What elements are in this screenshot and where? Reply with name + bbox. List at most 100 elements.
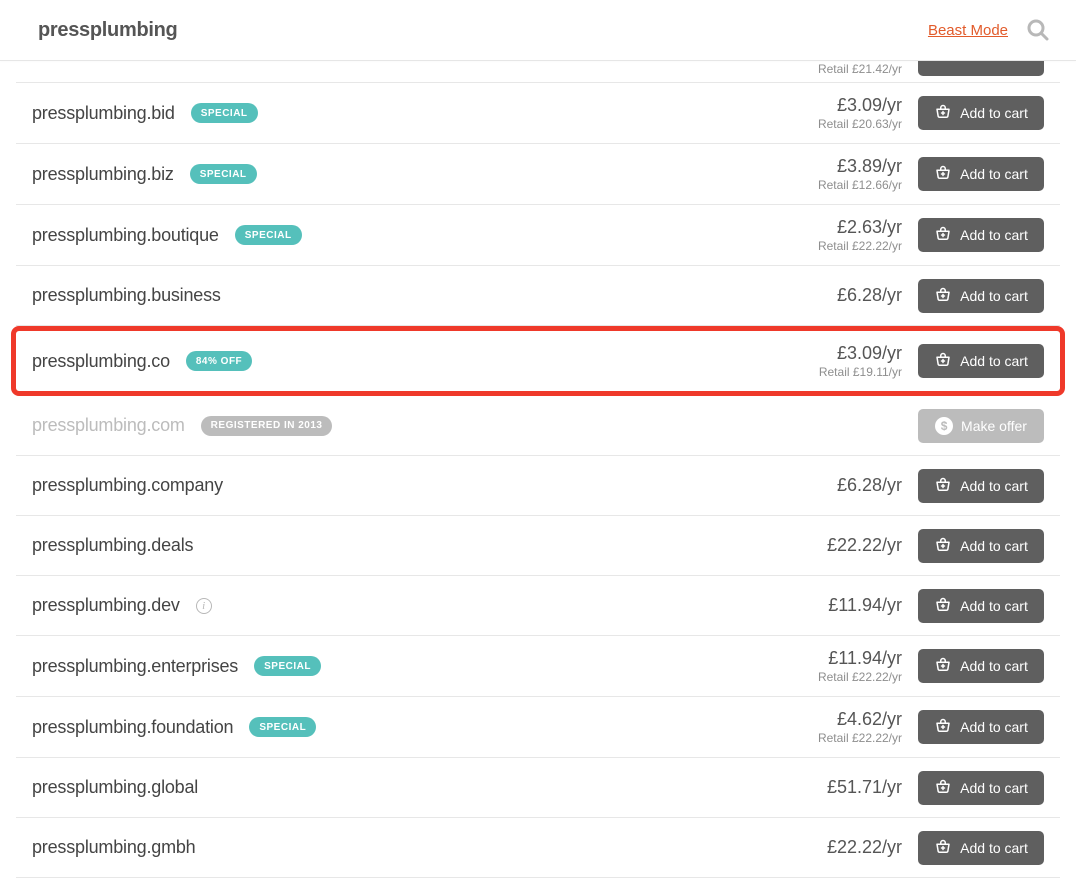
add-to-cart-button[interactable]: Add to cart — [918, 96, 1044, 130]
add-to-cart-button[interactable]: Add to cart — [918, 710, 1044, 744]
domain-cell: pressplumbing.company — [32, 475, 782, 496]
button-label: Add to cart — [960, 478, 1028, 494]
cart-icon — [934, 165, 952, 183]
table-row: pressplumbing.enterprises SPECIAL £11.94/y… — [16, 636, 1060, 697]
button-label: Add to cart — [960, 288, 1028, 304]
domain-name: pressplumbing.gmbh — [32, 837, 196, 858]
add-to-cart-button[interactable]: Add to cart — [918, 157, 1044, 191]
price-retail: Retail £22.22/yr — [782, 670, 902, 684]
page-title: pressplumbing — [38, 19, 177, 42]
table-row: pressplumbing.deals £22.22/yr Add to cart — [16, 516, 1060, 576]
add-to-cart-button[interactable] — [918, 61, 1044, 76]
badge: SPECIAL — [190, 164, 257, 184]
coin-icon: $ — [935, 417, 953, 435]
cart-icon — [934, 718, 952, 736]
add-to-cart-button[interactable]: Add to cart — [918, 218, 1044, 252]
beast-mode-link[interactable]: Beast Mode — [928, 22, 1008, 39]
button-label: Add to cart — [960, 840, 1028, 856]
price-cell: £4.62/yrRetail £22.22/yr — [782, 709, 902, 745]
button-label: Add to cart — [960, 227, 1028, 243]
price-main: £3.09/yr — [782, 343, 902, 364]
table-row: pressplumbing.co84% OFF£3.09/yrRetail £1… — [11, 326, 1065, 396]
price-cell: £6.28/yr — [782, 475, 902, 496]
cart-icon — [934, 226, 952, 244]
cart-icon — [934, 779, 952, 797]
price-cell: Retail £21.42/yr — [818, 61, 902, 76]
price-main: £22.22/yr — [782, 837, 902, 858]
price-retail: Retail £22.22/yr — [782, 239, 902, 253]
cart-icon — [934, 287, 952, 305]
table-row: pressplumbing.comREGISTERED IN 2013 $ Make… — [16, 396, 1060, 456]
domain-name: pressplumbing.company — [32, 475, 223, 496]
price-cell: £3.89/yrRetail £12.66/yr — [782, 156, 902, 192]
price-retail: Retail £22.22/yr — [782, 731, 902, 745]
button-label: Add to cart — [960, 353, 1028, 369]
search-icon[interactable] — [1026, 18, 1050, 42]
domain-name: pressplumbing.biz — [32, 164, 174, 185]
domain-cell: pressplumbing.global — [32, 777, 782, 798]
table-row: pressplumbing.biz SPECIAL £3.89/yrRetail £… — [16, 144, 1060, 205]
price-cell: £22.22/yr — [782, 535, 902, 556]
domain-name: pressplumbing.com — [32, 415, 185, 436]
domain-name: pressplumbing.dev — [32, 595, 180, 616]
add-to-cart-button[interactable]: Add to cart — [918, 589, 1044, 623]
price-main: £11.94/yr — [782, 595, 902, 616]
price-main: £4.62/yr — [782, 709, 902, 730]
domain-name: pressplumbing.foundation — [32, 717, 233, 738]
cart-icon — [934, 477, 952, 495]
add-to-cart-button[interactable]: Add to cart — [918, 279, 1044, 313]
price-main: £22.22/yr — [782, 535, 902, 556]
badge: SPECIAL — [249, 717, 316, 737]
table-row: pressplumbing.boutiqueSPECIAL£2.63/yrRet… — [16, 205, 1060, 266]
price-main: £2.63/yr — [782, 217, 902, 238]
domain-name: pressplumbing.co — [32, 351, 170, 372]
cart-icon — [934, 657, 952, 675]
price-retail: Retail £20.63/yr — [782, 117, 902, 131]
table-row: pressplumbing.global £51.71/yr Add to cart — [16, 758, 1060, 818]
domain-name: pressplumbing.deals — [32, 535, 193, 556]
add-to-cart-button[interactable]: Add to cart — [918, 649, 1044, 683]
domain-cell: pressplumbing.gmbh — [32, 837, 782, 858]
add-to-cart-button[interactable]: Add to cart — [918, 529, 1044, 563]
domain-name: pressplumbing.bid — [32, 103, 175, 124]
price-cell: £6.28/yr — [782, 285, 902, 306]
price-main: £3.09/yr — [782, 95, 902, 116]
cart-icon — [934, 104, 952, 122]
make-offer-button[interactable]: $ Make offer — [918, 409, 1044, 443]
domain-cell: pressplumbing.business — [32, 285, 782, 306]
button-label: Add to cart — [960, 105, 1028, 121]
price-cell: £51.71/yr — [782, 777, 902, 798]
domain-cell: pressplumbing.foundation SPECIAL — [32, 717, 782, 738]
price-cell: £3.09/yrRetail £20.63/yr — [782, 95, 902, 131]
button-label: Add to cart — [960, 598, 1028, 614]
cart-icon — [934, 537, 952, 555]
add-to-cart-button[interactable]: Add to cart — [918, 831, 1044, 865]
badge: 84% OFF — [186, 351, 252, 371]
price-main: £6.28/yr — [782, 475, 902, 496]
table-row: pressplumbing.gmbh £22.22/yr Add to cart — [16, 818, 1060, 878]
add-to-cart-button[interactable]: Add to cart — [918, 469, 1044, 503]
domain-cell: pressplumbing.dev i — [32, 595, 782, 616]
button-label: Add to cart — [960, 166, 1028, 182]
info-icon[interactable]: i — [196, 598, 212, 614]
button-label: Make offer — [961, 418, 1027, 434]
domain-list: Retail £21.42/yr pressplumbing.bidSPECIA… — [0, 61, 1076, 878]
domain-cell: pressplumbing.biz SPECIAL — [32, 164, 782, 185]
add-to-cart-button[interactable]: Add to cart — [918, 771, 1044, 805]
domain-cell: pressplumbing.bidSPECIAL — [32, 103, 782, 124]
table-row: pressplumbing.dev i £11.94/yr Add to cart — [16, 576, 1060, 636]
button-label: Add to cart — [960, 658, 1028, 674]
table-row: pressplumbing.business£6.28/yr Add to car… — [16, 266, 1060, 326]
domain-name: pressplumbing.boutique — [32, 225, 219, 246]
domain-cell: pressplumbing.boutiqueSPECIAL — [32, 225, 782, 246]
domain-name: pressplumbing.global — [32, 777, 198, 798]
cart-icon — [934, 352, 952, 370]
price-main: £11.94/yr — [782, 648, 902, 669]
domain-cell: pressplumbing.deals — [32, 535, 782, 556]
domain-name: pressplumbing.enterprises — [32, 656, 238, 677]
header-actions: Beast Mode — [928, 18, 1050, 42]
price-main: £3.89/yr — [782, 156, 902, 177]
domain-cell: pressplumbing.comREGISTERED IN 2013 — [32, 415, 782, 436]
badge: SPECIAL — [254, 656, 321, 676]
add-to-cart-button[interactable]: Add to cart — [918, 344, 1044, 378]
